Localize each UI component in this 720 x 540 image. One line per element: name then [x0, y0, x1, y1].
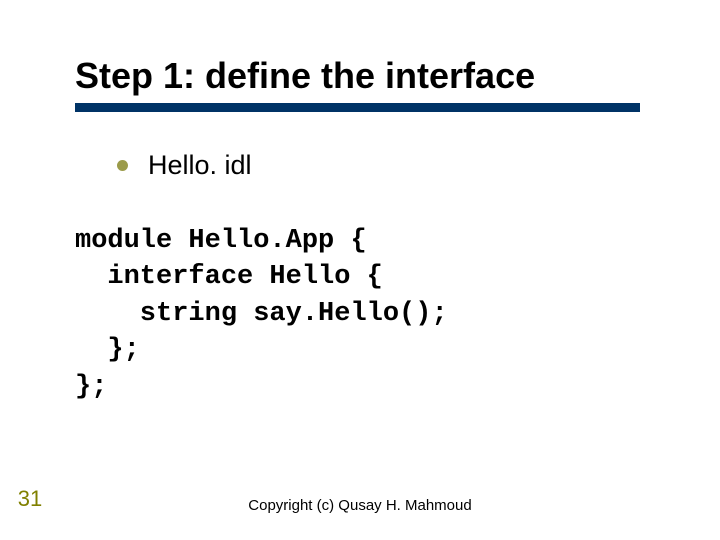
bullet-item: Hello. idl: [117, 150, 645, 181]
bullet-text: Hello. idl: [148, 150, 252, 181]
footer-text: Copyright (c) Qusay H. Mahmoud: [0, 497, 720, 514]
code-block: module Hello.App { interface Hello { str…: [75, 223, 645, 405]
slide-title: Step 1: define the interface: [75, 55, 645, 97]
bullet-icon: [117, 160, 128, 171]
slide: Step 1: define the interface Hello. idl …: [0, 0, 720, 540]
title-underline: [75, 103, 640, 112]
